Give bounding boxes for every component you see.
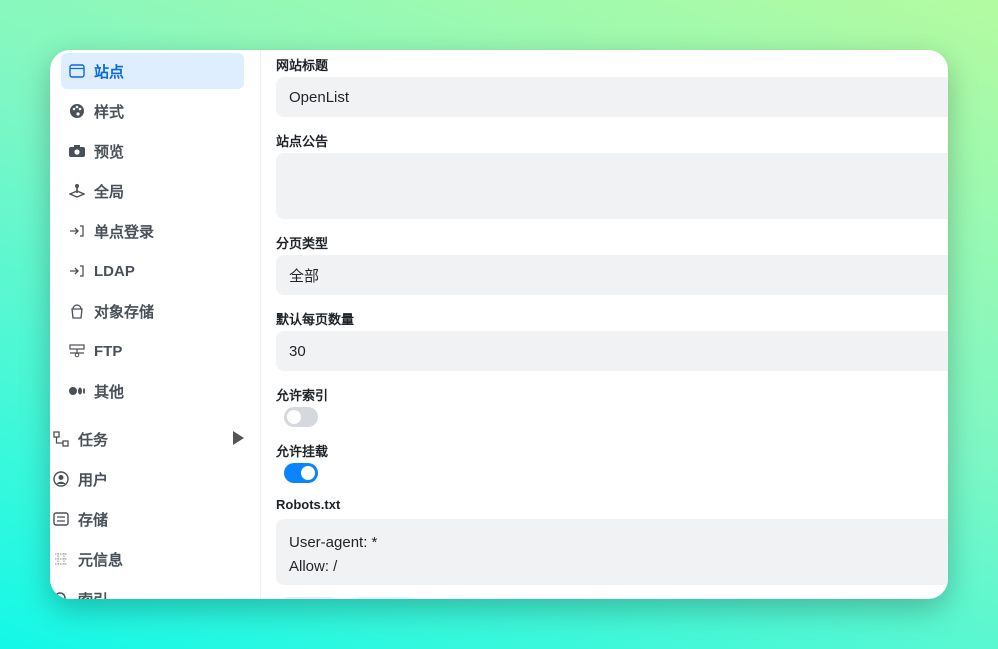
sidebar-item-preview[interactable]: 预览 bbox=[61, 133, 244, 169]
robots-textarea[interactable]: User-agent: * Allow: / bbox=[276, 519, 948, 585]
workflow-icon bbox=[52, 430, 70, 448]
sidebar-item-label: LDAP bbox=[94, 262, 135, 280]
toggle-knob bbox=[301, 466, 315, 480]
joystick-icon bbox=[68, 182, 86, 200]
sidebar-item-label: FTP bbox=[94, 342, 123, 360]
partial-button[interactable] bbox=[280, 597, 340, 599]
allow-mounted-toggle[interactable] bbox=[284, 463, 318, 483]
robots-line: Allow: / bbox=[289, 558, 338, 575]
allow-indexed-toggle[interactable] bbox=[284, 407, 318, 427]
robots-line: User-agent: * bbox=[289, 534, 378, 551]
per-page-input[interactable]: 30 bbox=[276, 331, 948, 371]
sidebar-item-style[interactable]: 样式 bbox=[61, 93, 244, 129]
sidebar-item-index[interactable]: 索引 bbox=[52, 581, 244, 599]
login-icon bbox=[68, 262, 86, 280]
pagination-label: 分页类型 bbox=[276, 236, 329, 251]
sidebar-item-object-storage[interactable]: 对象存储 bbox=[61, 293, 244, 329]
site-title-label: 网站标题 bbox=[276, 58, 329, 73]
site-title-input[interactable]: OpenList bbox=[276, 77, 948, 117]
announcement-textarea[interactable] bbox=[276, 153, 948, 219]
announcement-label: 站点公告 bbox=[276, 134, 329, 149]
dots-icon bbox=[68, 382, 86, 400]
sidebar-item-label: 存储 bbox=[78, 511, 109, 529]
partial-button[interactable] bbox=[353, 597, 413, 599]
network-icon bbox=[68, 342, 86, 360]
sidebar-item-label: 站点 bbox=[94, 63, 125, 81]
sidebar-item-storage[interactable]: 存储 bbox=[52, 501, 244, 537]
sidebar-item-label: 元信息 bbox=[78, 551, 124, 569]
sidebar-item-label: 其他 bbox=[94, 383, 125, 401]
pagination-select[interactable]: 全部 bbox=[276, 255, 948, 295]
user-circle-icon bbox=[52, 470, 70, 488]
robots-label: Robots.txt bbox=[276, 497, 341, 512]
storage-icon bbox=[52, 510, 70, 528]
sidebar-item-label: 全局 bbox=[94, 183, 125, 201]
sidebar-item-label: 索引 bbox=[78, 589, 108, 600]
sidebar-item-sso[interactable]: 单点登录 bbox=[61, 213, 244, 249]
sidebar-item-label: 对象存储 bbox=[94, 303, 155, 321]
metadata-icon bbox=[52, 550, 70, 568]
sidebar: 站点 样式 预览 全局 单点登录 LDAP 对象存储 FTP 其他 任务 用户 … bbox=[50, 50, 261, 599]
sidebar-item-ftp[interactable]: FTP bbox=[61, 333, 244, 369]
sidebar-item-ldap[interactable]: LDAP bbox=[61, 253, 244, 289]
sidebar-item-label: 用户 bbox=[78, 471, 109, 489]
sidebar-item-label: 样式 bbox=[94, 103, 125, 121]
settings-form: 网站标题 OpenList 站点公告 分页类型 全部 默认每页数量 30 允许索… bbox=[276, 50, 948, 599]
toggle-knob bbox=[287, 410, 301, 424]
sidebar-item-site[interactable]: 站点 bbox=[61, 53, 244, 89]
sidebar-item-global[interactable]: 全局 bbox=[61, 173, 244, 209]
expand-arrow-icon[interactable] bbox=[233, 431, 244, 445]
sidebar-item-tasks[interactable]: 任务 bbox=[52, 421, 244, 457]
sidebar-item-metadata[interactable]: 元信息 bbox=[52, 541, 244, 577]
allow-indexed-label: 允许索引 bbox=[276, 388, 329, 403]
allow-mounted-label: 允许挂载 bbox=[276, 444, 329, 459]
palette-icon bbox=[68, 102, 86, 120]
per-page-label: 默认每页数量 bbox=[276, 312, 355, 327]
search-icon bbox=[52, 590, 70, 599]
sidebar-item-label: 预览 bbox=[94, 143, 125, 161]
camera-icon bbox=[68, 142, 86, 160]
login-icon bbox=[68, 222, 86, 240]
sidebar-item-label: 单点登录 bbox=[94, 223, 155, 241]
sidebar-item-users[interactable]: 用户 bbox=[52, 461, 244, 497]
bucket-icon bbox=[68, 302, 86, 320]
sidebar-item-other[interactable]: 其他 bbox=[61, 373, 244, 409]
browser-window-icon bbox=[68, 62, 86, 80]
settings-card: 站点 样式 预览 全局 单点登录 LDAP 对象存储 FTP 其他 任务 用户 … bbox=[50, 50, 948, 599]
sidebar-item-label: 任务 bbox=[78, 431, 109, 449]
